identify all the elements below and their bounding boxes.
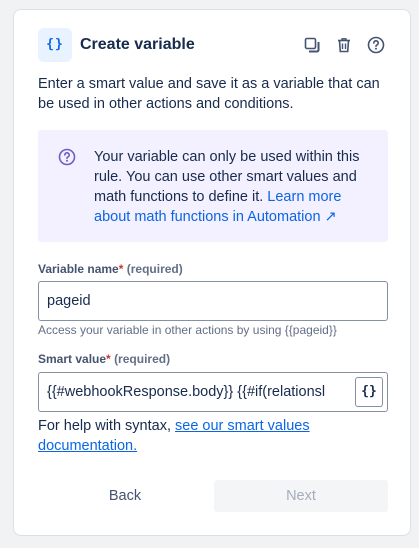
help-button[interactable] bbox=[364, 33, 388, 57]
braces-icon: {} bbox=[38, 28, 72, 62]
help-icon bbox=[367, 36, 385, 54]
trash-icon bbox=[338, 38, 350, 53]
insert-smart-value-button[interactable]: {} bbox=[355, 377, 383, 407]
variable-name-label-text: Variable name bbox=[38, 262, 119, 276]
required-marker: * bbox=[106, 352, 111, 366]
duplicate-button[interactable] bbox=[300, 33, 324, 57]
delete-button[interactable] bbox=[332, 33, 356, 57]
smart-value-input[interactable]: {{#webhookResponse.body}} {{#if(relation… bbox=[38, 372, 388, 412]
variable-name-value: pageid bbox=[47, 293, 91, 309]
next-button[interactable]: Next bbox=[214, 480, 388, 512]
required-marker: * bbox=[118, 262, 124, 276]
panel-title: Create variable bbox=[80, 36, 195, 53]
panel-description: Enter a smart value and save it as a var… bbox=[38, 76, 380, 112]
required-text: (required) bbox=[126, 262, 183, 276]
create-variable-panel: {} Create variable Enter a smart value a… bbox=[13, 9, 411, 536]
panel-header: {} Create variable bbox=[38, 28, 388, 62]
info-banner: Your variable can only be used within th… bbox=[38, 130, 388, 242]
smart-value-label-text: Smart value bbox=[38, 352, 107, 366]
smart-value-label: Smart value* (required) bbox=[38, 352, 170, 366]
variable-name-hint: Access your variable in other actions by… bbox=[38, 323, 337, 337]
info-text: Your variable can only be used within th… bbox=[94, 147, 376, 227]
variable-name-label: Variable name* (required) bbox=[38, 262, 183, 276]
variable-name-input[interactable]: pageid bbox=[38, 281, 388, 321]
question-circle-icon bbox=[58, 148, 76, 166]
duplicate-icon bbox=[304, 37, 320, 53]
back-button[interactable]: Back bbox=[38, 480, 212, 512]
syntax-help: For help with syntax, see our smart valu… bbox=[38, 416, 388, 456]
syntax-help-text: For help with syntax, bbox=[38, 418, 171, 434]
smart-value-value: {{#webhookResponse.body}} {{#if(relation… bbox=[47, 384, 326, 400]
required-text: (required) bbox=[114, 352, 171, 366]
